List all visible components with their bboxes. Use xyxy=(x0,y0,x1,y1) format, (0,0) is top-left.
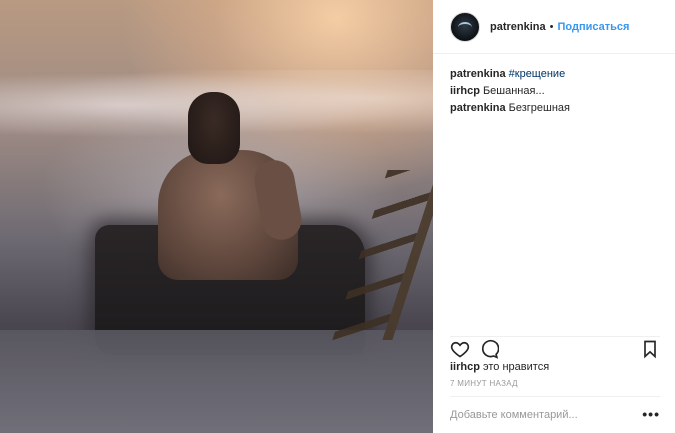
follow-button[interactable]: Подписаться xyxy=(558,21,630,33)
post-sidebar: patrenkina • Подписаться patrenkina #крещ… xyxy=(433,0,675,433)
ellipsis-icon[interactable]: ••• xyxy=(642,407,660,421)
author-username[interactable]: patrenkina xyxy=(490,21,546,33)
comment-text: Безгрешная xyxy=(508,102,570,114)
heart-icon[interactable] xyxy=(450,339,470,359)
post-photo[interactable] xyxy=(0,0,433,433)
comments-list: patrenkina #крещение iirhcp Бешанная... pa… xyxy=(433,54,675,117)
instagram-post: patrenkina • Подписаться patrenkina #крещ… xyxy=(0,0,675,433)
comment-text: Бешанная... xyxy=(482,85,545,97)
likes-text: это нравится xyxy=(483,361,550,373)
comment-author[interactable]: patrenkina xyxy=(450,68,506,80)
comment-input[interactable] xyxy=(450,408,630,421)
comment-item: patrenkina #крещение xyxy=(450,66,658,83)
comment-author[interactable]: iirhcp xyxy=(450,85,480,97)
comment-author[interactable]: patrenkina xyxy=(450,102,506,114)
speech-bubble-icon[interactable] xyxy=(479,339,500,359)
bookmark-icon[interactable] xyxy=(640,339,660,359)
person-head xyxy=(188,92,240,164)
likes-summary: iirhcp это нравится xyxy=(450,361,549,373)
add-comment-box: ••• xyxy=(450,396,660,432)
action-buttons xyxy=(450,339,660,361)
action-bar xyxy=(450,336,660,361)
liker-username[interactable]: iirhcp xyxy=(450,361,480,373)
post-timestamp: 7 МИНУТ НАЗАД xyxy=(450,379,518,388)
header-separator: • xyxy=(549,20,554,33)
avatar[interactable] xyxy=(450,11,480,42)
post-header: patrenkina • Подписаться xyxy=(433,0,675,54)
comment-item: patrenkina Безгрешная xyxy=(450,100,658,117)
snow-foreground xyxy=(0,330,433,433)
comment-hashtag[interactable]: #крещение xyxy=(509,68,566,80)
comment-item: iirhcp Бешанная... xyxy=(450,83,658,100)
